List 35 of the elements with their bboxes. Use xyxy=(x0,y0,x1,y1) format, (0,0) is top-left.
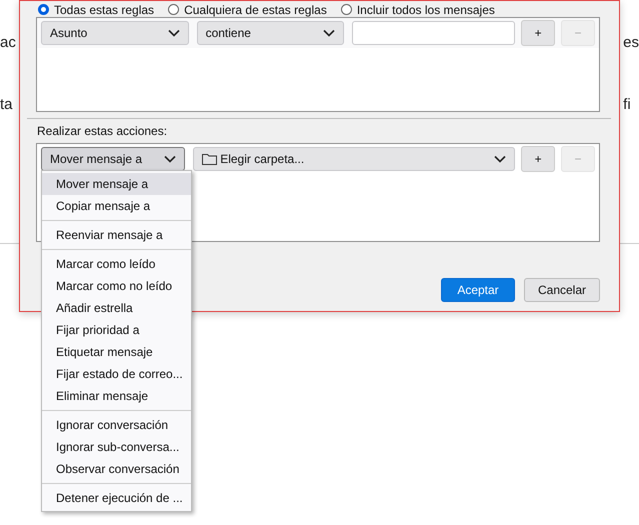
radio-option[interactable]: Cualquiera de estas reglas xyxy=(168,4,327,16)
action-dropdown[interactable]: Mover mensaje a xyxy=(41,147,186,171)
background-text: ta xyxy=(0,96,14,113)
menu-item[interactable]: Reenviar mensaje a xyxy=(42,224,191,246)
radio-option[interactable]: Incluir todos los mensajes xyxy=(340,4,495,16)
background-text: fi xyxy=(623,96,632,113)
chevron-icon xyxy=(323,29,336,37)
menu-item[interactable]: Ignorar conversación xyxy=(42,414,191,436)
add-button[interactable]: + xyxy=(521,20,556,46)
add-button[interactable]: + xyxy=(521,146,556,172)
menu-item[interactable]: Copiar mensaje a xyxy=(42,195,191,217)
chevron-icon xyxy=(164,155,176,163)
menu-item[interactable]: Etiquetar mensaje xyxy=(42,341,191,363)
menu-item[interactable]: Añadir estrella xyxy=(42,297,191,319)
operator-dropdown[interactable]: contiene xyxy=(196,21,344,45)
cancel-button[interactable]: Cancelar xyxy=(524,278,600,302)
menu-item[interactable]: Fijar estado de correo... xyxy=(42,363,191,385)
chevron-icon xyxy=(494,155,506,163)
menu-item[interactable]: Mover mensaje a xyxy=(42,173,191,195)
menu-item[interactable]: Detener ejecución de ... xyxy=(42,487,191,509)
menu-item[interactable]: Fijar prioridad a xyxy=(42,319,191,341)
menu-item[interactable]: Marcar como no leído xyxy=(42,275,191,297)
folder-dropdown[interactable]: Elegir carpeta... xyxy=(193,147,516,171)
value-input[interactable] xyxy=(352,21,516,45)
menu-item[interactable]: Marcar como leído xyxy=(42,253,191,275)
menu-item[interactable]: Eliminar mensaje xyxy=(42,385,191,407)
field-dropdown[interactable]: Asunto xyxy=(41,21,189,45)
accept-button[interactable]: Aceptar xyxy=(441,278,515,302)
menu-item[interactable]: Observar conversación xyxy=(42,458,191,480)
background-text: es xyxy=(623,34,639,51)
actions-label: Realizar estas acciones: xyxy=(37,124,168,138)
menu-item[interactable]: Ignorar sub-conversa... xyxy=(42,436,191,458)
chevron-icon xyxy=(168,29,180,37)
folder-icon xyxy=(202,153,218,165)
background-text: ac xyxy=(0,34,16,51)
